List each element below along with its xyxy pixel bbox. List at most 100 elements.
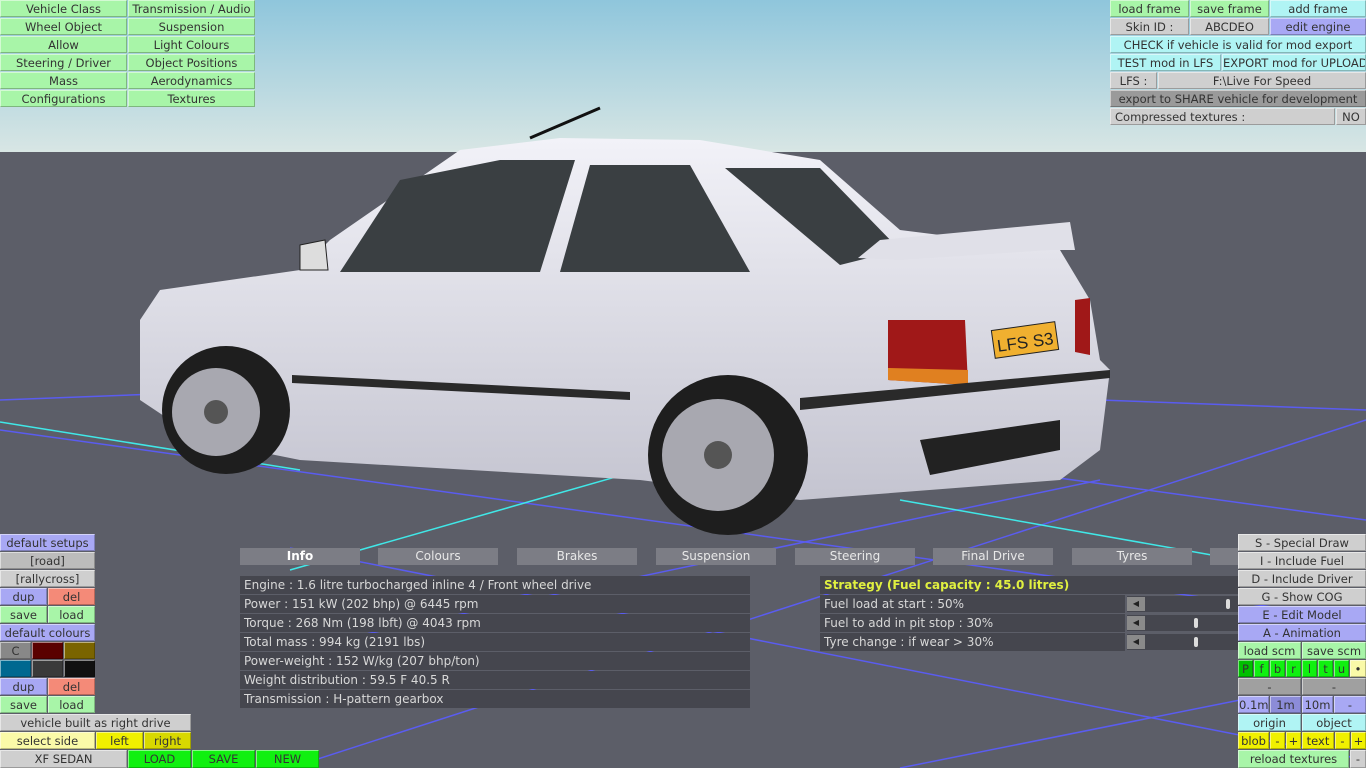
menu-light-colours[interactable]: Light Colours: [128, 36, 255, 53]
load-frame-button[interactable]: load frame: [1110, 0, 1189, 17]
special-draw-button[interactable]: S - Special Draw: [1238, 534, 1366, 551]
add-frame-button[interactable]: add frame: [1270, 0, 1366, 17]
include-driver-button[interactable]: D - Include Driver: [1238, 570, 1366, 587]
toggle-dot[interactable]: •: [1350, 660, 1366, 677]
tab-brakes[interactable]: Brakes: [517, 548, 637, 565]
step-1m[interactable]: 1m: [1270, 696, 1301, 713]
menu-textures[interactable]: Textures: [128, 90, 255, 107]
export-mod-button[interactable]: EXPORT mod for UPLOAD: [1222, 54, 1366, 71]
text-plus-button[interactable]: +: [1351, 732, 1366, 749]
menu-allow[interactable]: Allow: [0, 36, 127, 53]
menu-configurations[interactable]: Configurations: [0, 90, 127, 107]
tyre-change-slider[interactable]: ◀: [1127, 634, 1240, 650]
menu-suspension[interactable]: Suspension: [128, 18, 255, 35]
vehicle-name: XF SEDAN: [0, 750, 127, 768]
object-button[interactable]: object: [1302, 714, 1366, 731]
new-vehicle-button[interactable]: NEW: [256, 750, 319, 768]
edit-engine-button[interactable]: edit engine: [1270, 18, 1366, 35]
slider-knob[interactable]: [1226, 599, 1230, 609]
skin-id-field[interactable]: ABCDEO: [1190, 18, 1269, 35]
fuel-pit-label: Fuel to add in pit stop : 30%: [820, 614, 1125, 632]
tab-more[interactable]: [1210, 548, 1238, 565]
compressed-textures-toggle[interactable]: NO: [1336, 108, 1366, 125]
tab-steering[interactable]: Steering: [795, 548, 915, 565]
arrow-left-icon[interactable]: ◀: [1127, 616, 1145, 630]
setup-rallycross[interactable]: [rallycross]: [0, 570, 95, 587]
colour-swatch[interactable]: [32, 660, 63, 677]
menu-aerodynamics[interactable]: Aerodynamics: [128, 72, 255, 89]
tab-info[interactable]: Info: [240, 548, 360, 565]
load-setup-button[interactable]: load: [48, 606, 95, 623]
save-scm-button[interactable]: save scm: [1302, 642, 1366, 659]
save-vehicle-button[interactable]: SAVE: [192, 750, 255, 768]
minus-button[interactable]: -: [1238, 678, 1301, 695]
colour-swatch[interactable]: [32, 642, 63, 659]
save-colour-button[interactable]: save: [0, 696, 47, 713]
menu-vehicle-class[interactable]: Vehicle Class: [0, 0, 127, 17]
reload-minus-button[interactable]: -: [1350, 750, 1366, 768]
blob-label: blob: [1238, 732, 1269, 749]
colour-swatch[interactable]: [64, 642, 95, 659]
arrow-left-icon[interactable]: ◀: [1127, 635, 1145, 649]
info-transmission: Transmission : H-pattern gearbox: [240, 690, 750, 708]
setup-road[interactable]: [road]: [0, 552, 95, 569]
right-drive-toggle[interactable]: vehicle built as right drive: [0, 714, 191, 731]
lfs-path-field[interactable]: F:\Live For Speed: [1158, 72, 1366, 89]
dup-colour-button[interactable]: dup: [0, 678, 47, 695]
colour-c[interactable]: C: [0, 642, 31, 659]
step-minus[interactable]: -: [1334, 696, 1366, 713]
side-right-button[interactable]: right: [144, 732, 191, 749]
del-setup-button[interactable]: del: [48, 588, 95, 605]
load-scm-button[interactable]: load scm: [1238, 642, 1301, 659]
tab-suspension[interactable]: Suspension: [656, 548, 776, 565]
fuel-load-slider[interactable]: ◀: [1127, 596, 1240, 612]
toggle-p[interactable]: P: [1238, 660, 1253, 677]
menu-transmission-audio[interactable]: Transmission / Audio: [128, 0, 255, 17]
default-colours-button[interactable]: default colours: [0, 624, 95, 641]
edit-model-button[interactable]: E - Edit Model: [1238, 606, 1366, 623]
arrow-left-icon[interactable]: ◀: [1127, 597, 1145, 611]
load-colour-button[interactable]: load: [48, 696, 95, 713]
load-vehicle-button[interactable]: LOAD: [128, 750, 191, 768]
toggle-t[interactable]: t: [1318, 660, 1333, 677]
toggle-r[interactable]: r: [1286, 660, 1301, 677]
save-frame-button[interactable]: save frame: [1190, 0, 1269, 17]
reload-textures-button[interactable]: reload textures: [1238, 750, 1349, 768]
minus-button[interactable]: -: [1302, 678, 1366, 695]
check-valid-button[interactable]: CHECK if vehicle is valid for mod export: [1110, 36, 1366, 53]
animation-button[interactable]: A - Animation: [1238, 624, 1366, 641]
info-mass: Total mass : 994 kg (2191 lbs): [240, 633, 750, 651]
toggle-f[interactable]: f: [1254, 660, 1269, 677]
step-0.1m[interactable]: 0.1m: [1238, 696, 1269, 713]
origin-button[interactable]: origin: [1238, 714, 1301, 731]
save-setup-button[interactable]: save: [0, 606, 47, 623]
include-fuel-button[interactable]: I - Include Fuel: [1238, 552, 1366, 569]
blob-plus-button[interactable]: +: [1286, 732, 1301, 749]
text-minus-button[interactable]: -: [1335, 732, 1350, 749]
menu-object-positions[interactable]: Object Positions: [128, 54, 255, 71]
colour-swatch[interactable]: [0, 660, 31, 677]
fuel-pit-slider[interactable]: ◀: [1127, 615, 1240, 631]
toggle-u[interactable]: u: [1334, 660, 1349, 677]
colour-swatch[interactable]: [64, 660, 95, 677]
toggle-l[interactable]: l: [1302, 660, 1317, 677]
del-colour-button[interactable]: del: [48, 678, 95, 695]
tab-tyres[interactable]: Tyres: [1072, 548, 1192, 565]
blob-minus-button[interactable]: -: [1270, 732, 1285, 749]
side-left-button[interactable]: left: [96, 732, 143, 749]
text-label: text: [1302, 732, 1334, 749]
tab-colours[interactable]: Colours: [378, 548, 498, 565]
default-setups-button[interactable]: default setups: [0, 534, 95, 551]
export-share-button[interactable]: export to SHARE vehicle for development: [1110, 90, 1366, 107]
menu-mass[interactable]: Mass: [0, 72, 127, 89]
slider-knob[interactable]: [1194, 637, 1198, 647]
step-10m[interactable]: 10m: [1302, 696, 1333, 713]
tab-final-drive[interactable]: Final Drive: [933, 548, 1053, 565]
dup-setup-button[interactable]: dup: [0, 588, 47, 605]
menu-wheel-object[interactable]: Wheel Object: [0, 18, 127, 35]
menu-steering-driver[interactable]: Steering / Driver: [0, 54, 127, 71]
toggle-b[interactable]: b: [1270, 660, 1285, 677]
test-mod-button[interactable]: TEST mod in LFS: [1110, 54, 1221, 71]
slider-knob[interactable]: [1194, 618, 1198, 628]
show-cog-button[interactable]: G - Show COG: [1238, 588, 1366, 605]
